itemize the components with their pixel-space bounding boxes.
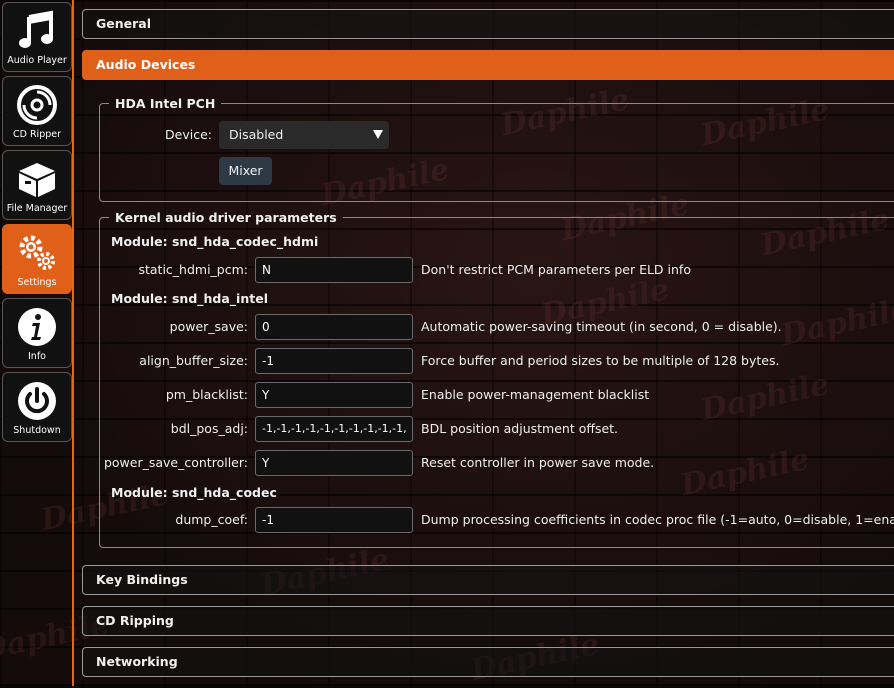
- section-cd-ripping[interactable]: CD Ripping: [82, 606, 894, 636]
- kernel-params-title: Kernel audio driver parameters: [115, 210, 337, 225]
- box-icon: [19, 163, 55, 197]
- nav-audio-player[interactable]: Audio Player: [2, 2, 72, 72]
- gears-icon: [19, 235, 55, 270]
- param-description: Force buffer and period sizes to be mult…: [421, 353, 780, 368]
- device-select[interactable]: Disabled: [219, 121, 389, 149]
- section-general[interactable]: General: [82, 9, 894, 39]
- param-description: Don't restrict PCM parameters per ELD in…: [421, 262, 691, 277]
- nav-label: Info: [28, 351, 46, 362]
- param-input-power-save-controller[interactable]: Y: [255, 450, 413, 476]
- param-description: BDL position adjustment offset.: [421, 421, 619, 436]
- param-description: Dump processing coefficients in codec pr…: [421, 512, 894, 527]
- device-label: Device:: [165, 127, 212, 142]
- module-heading: Module: snd_hda_codec: [111, 485, 277, 500]
- nav-label: Shutdown: [13, 425, 61, 436]
- module-heading: Module: snd_hda_codec_hdmi: [111, 234, 319, 249]
- info-icon: [18, 308, 56, 346]
- device-select-value: Disabled: [229, 127, 284, 142]
- param-description: Reset controller in power save mode.: [421, 455, 655, 470]
- param-label: dump_coef:: [175, 512, 248, 527]
- param-input-dump-coef[interactable]: -1: [255, 507, 413, 533]
- param-label: align_buffer_size:: [139, 353, 248, 368]
- sidebar: Audio Player CD Ripper File Manager Sett…: [0, 0, 74, 686]
- nav-label: File Manager: [6, 203, 68, 214]
- power-icon: [18, 382, 56, 420]
- device-panel-title: HDA Intel PCH: [115, 96, 216, 111]
- param-description: Automatic power-saving timeout (in secon…: [421, 319, 782, 334]
- mixer-button[interactable]: Mixer: [219, 157, 272, 185]
- nav-settings[interactable]: Settings: [2, 224, 72, 294]
- nav-label: Settings: [17, 277, 57, 288]
- nav-info[interactable]: Info: [2, 298, 72, 368]
- chevron-down-icon: [373, 130, 383, 139]
- nav-cd-ripper[interactable]: CD Ripper: [2, 76, 72, 146]
- nav-file-manager[interactable]: File Manager: [2, 150, 72, 220]
- param-input-align-buffer-size[interactable]: -1: [255, 348, 413, 374]
- module-heading: Module: snd_hda_intel: [111, 291, 268, 306]
- nav-label: CD Ripper: [12, 129, 62, 140]
- param-label: power_save_controller:: [103, 455, 248, 470]
- param-input-static-hdmi-pcm[interactable]: N: [255, 257, 413, 283]
- section-networking[interactable]: Networking: [82, 647, 894, 677]
- param-label: pm_blacklist:: [165, 387, 248, 402]
- param-input-pm-blacklist[interactable]: Y: [255, 382, 413, 408]
- nav-label: Audio Player: [7, 55, 67, 66]
- nav-shutdown[interactable]: Shutdown: [2, 372, 72, 442]
- param-input-bdl-pos-adj[interactable]: -1,-1,-1,-1,-1,-1,-1,-1,-1,-1,: [255, 416, 413, 442]
- section-audio-devices[interactable]: Audio Devices: [82, 50, 894, 80]
- param-label: bdl_pos_adj:: [170, 421, 248, 436]
- param-description: Enable power-management blacklist: [421, 387, 650, 402]
- param-input-power-save[interactable]: 0: [255, 314, 413, 340]
- param-label: static_hdmi_pcm:: [138, 262, 248, 277]
- device-panel: HDA Intel PCH: [99, 96, 894, 202]
- disc-icon: [17, 85, 57, 125]
- music-note-icon: [19, 10, 53, 48]
- param-label: power_save:: [169, 319, 248, 334]
- section-key-bindings[interactable]: Key Bindings: [82, 565, 894, 595]
